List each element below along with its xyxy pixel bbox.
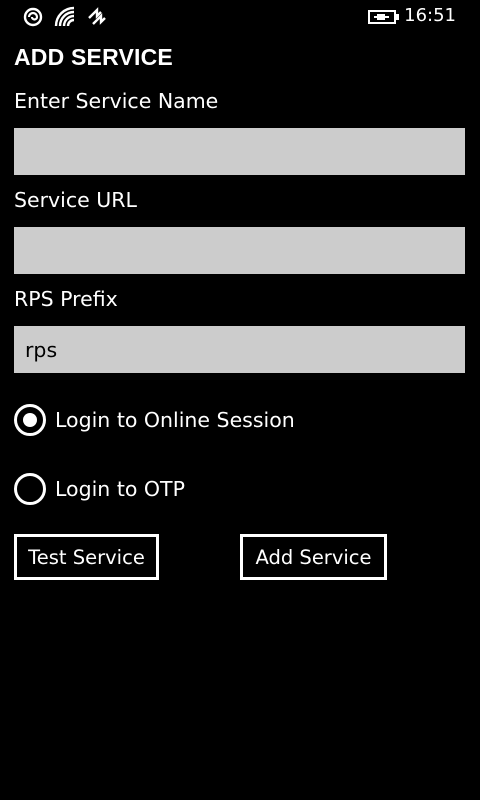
test-service-button[interactable]: Test Service [14,534,159,580]
battery-charging-icon [368,9,400,25]
status-clock: 16:51 [404,5,456,26]
service-url-label: Service URL [14,188,137,212]
login-otp-label: Login to OTP [55,477,185,501]
service-name-label: Enter Service Name [14,89,219,113]
data-sync-icon [86,6,108,28]
login-online-session-option[interactable]: Login to Online Session [14,404,295,436]
service-url-input[interactable] [14,227,465,274]
rps-prefix-label: RPS Prefix [14,287,118,311]
radio-dot [23,413,37,427]
add-service-button[interactable]: Add Service [240,534,387,580]
page-title: ADD SERVICE [14,44,173,70]
rps-prefix-input[interactable] [14,326,465,373]
radio-unselected-icon[interactable] [14,473,46,505]
login-otp-option[interactable]: Login to OTP [14,473,185,505]
login-online-session-label: Login to Online Session [55,408,295,432]
status-bar: 16:51 [0,0,480,34]
radio-selected-icon[interactable] [14,404,46,436]
notification-icon [22,6,44,28]
service-name-input[interactable] [14,128,465,175]
wifi-icon [54,6,76,28]
